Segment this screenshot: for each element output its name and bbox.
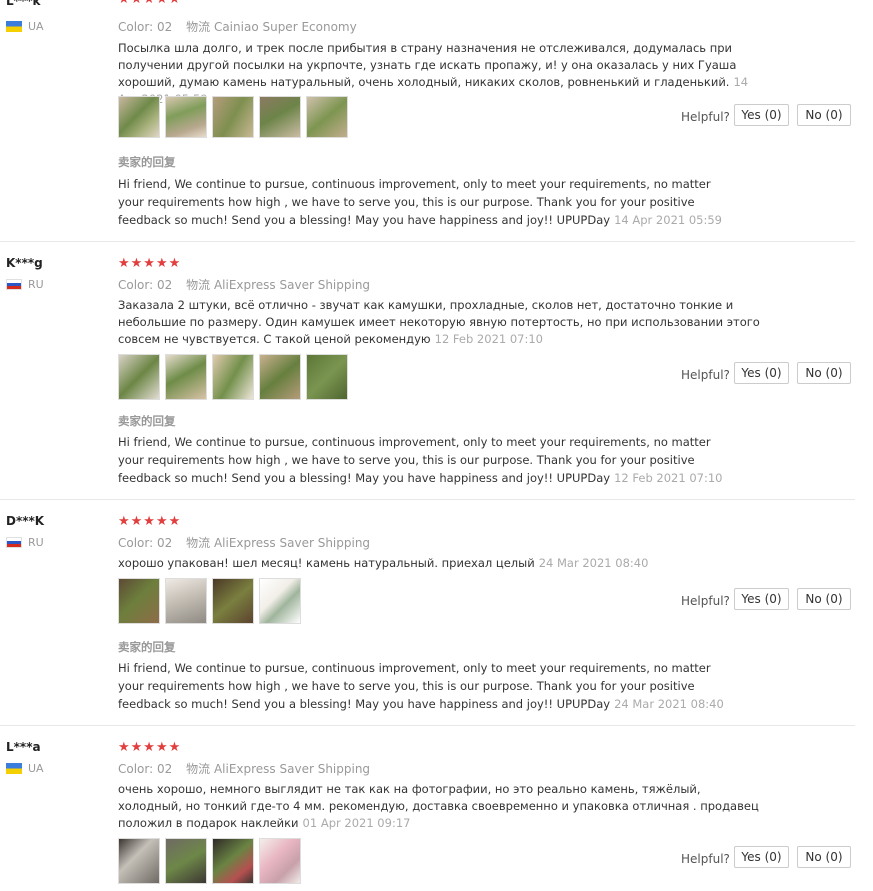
review-photo[interactable] xyxy=(118,96,160,138)
review-photo[interactable] xyxy=(306,96,348,138)
star-rating: ★★★★★ xyxy=(118,740,182,755)
seller-reply-heading: 卖家的回复 xyxy=(118,640,176,654)
review-photo[interactable] xyxy=(259,96,301,138)
review-date: 12 Feb 2021 07:10 xyxy=(434,332,543,346)
review-text: Заказала 2 штуки, всё отлично - звучат к… xyxy=(118,297,768,348)
review-photos xyxy=(118,96,348,138)
reviewer-country: UA xyxy=(6,20,44,33)
review-item: L***a UA ★★★★★ Color: 02 物流 AliExpress S… xyxy=(0,740,855,891)
country-code: RU xyxy=(28,278,44,291)
review-photo[interactable] xyxy=(306,354,348,400)
review-photo[interactable] xyxy=(165,838,207,884)
seller-reply-date: 24 Mar 2021 08:40 xyxy=(614,697,724,711)
color-value: 02 xyxy=(157,278,173,292)
review-photo[interactable] xyxy=(212,354,254,400)
helpful-yes-button[interactable]: Yes (0) xyxy=(734,104,789,126)
helpful-label: Helpful? xyxy=(681,368,730,382)
review-photo[interactable] xyxy=(212,838,254,884)
review-photo[interactable] xyxy=(212,96,254,138)
review-photos xyxy=(118,578,301,624)
seller-reply-date: 12 Feb 2021 07:10 xyxy=(614,471,723,485)
review-item: K***g RU ★★★★★ Color: 02 物流 AliExpress S… xyxy=(0,256,855,500)
review-text: хорошо упакован! шел месяц! камень натур… xyxy=(118,555,768,572)
star-rating: ★★★★★ xyxy=(118,256,182,271)
order-info: Color: 02 物流 AliExpress Saver Shipping xyxy=(118,534,370,551)
shipping-method: AliExpress Saver Shipping xyxy=(213,536,371,550)
helpful-no-button[interactable]: No (0) xyxy=(797,846,851,868)
reviewer-name: D***K xyxy=(6,514,45,528)
star-rating: ★★★★★ xyxy=(118,514,182,529)
review-body: очень хорошо, немного выглядит не так ка… xyxy=(118,782,759,830)
order-info: Color: 02 物流 Cainiao Super Economy xyxy=(118,18,357,35)
helpful-label: Helpful? xyxy=(681,594,730,608)
logistics-label: 物流 xyxy=(186,20,211,34)
review-photo[interactable] xyxy=(165,354,207,400)
review-photos xyxy=(118,354,348,400)
review-date: 01 Apr 2021 09:17 xyxy=(302,816,411,830)
helpful-no-button[interactable]: No (0) xyxy=(797,588,851,610)
review-photo[interactable] xyxy=(259,578,301,624)
country-code: RU xyxy=(28,536,44,549)
color-value: 02 xyxy=(157,536,173,550)
reviewer-country: RU xyxy=(6,278,44,291)
russia-flag-icon xyxy=(6,537,22,548)
helpful-label: Helpful? xyxy=(681,110,730,124)
helpful-label: Helpful? xyxy=(681,852,730,866)
helpful-yes-button[interactable]: Yes (0) xyxy=(734,846,789,868)
review-text: очень хорошо, немного выглядит не так ка… xyxy=(118,781,768,832)
seller-reply-heading: 卖家的回复 xyxy=(118,155,176,169)
russia-flag-icon xyxy=(6,279,22,290)
reviewer-name: L***k xyxy=(6,0,41,8)
review-photo[interactable] xyxy=(212,578,254,624)
helpful-yes-button[interactable]: Yes (0) xyxy=(734,588,789,610)
color-value: 02 xyxy=(157,762,173,776)
color-label: Color: xyxy=(118,762,154,776)
review-photo[interactable] xyxy=(118,838,160,884)
seller-reply: Hi friend, We continue to pursue, contin… xyxy=(118,659,738,713)
review-body: Посылка шла долго, и трек после прибытия… xyxy=(118,41,737,89)
helpful-no-button[interactable]: No (0) xyxy=(797,104,851,126)
review-item: L***k UA ★★★★★ Color: 02 物流 Cainiao Supe… xyxy=(0,0,855,242)
color-label: Color: xyxy=(118,536,154,550)
logistics-label: 物流 xyxy=(186,536,211,550)
country-code: UA xyxy=(28,762,44,775)
review-photo[interactable] xyxy=(118,354,160,400)
seller-reply-heading: 卖家的回复 xyxy=(118,414,176,428)
review-photo[interactable] xyxy=(165,578,207,624)
logistics-label: 物流 xyxy=(186,762,211,776)
order-info: Color: 02 物流 AliExpress Saver Shipping xyxy=(118,276,370,293)
color-value: 02 xyxy=(157,20,173,34)
helpful-no-button[interactable]: No (0) xyxy=(797,362,851,384)
color-label: Color: xyxy=(118,278,154,292)
reviewer-country: UA xyxy=(6,762,44,775)
review-date: 24 Mar 2021 08:40 xyxy=(538,556,649,570)
review-photo[interactable] xyxy=(259,838,301,884)
seller-reply: Hi friend, We continue to pursue, contin… xyxy=(118,433,738,487)
review-photos xyxy=(118,838,301,884)
ukraine-flag-icon xyxy=(6,21,22,32)
reviewer-country: RU xyxy=(6,536,44,549)
reviewer-name: L***a xyxy=(6,740,41,754)
review-photo[interactable] xyxy=(118,578,160,624)
helpful-yes-button[interactable]: Yes (0) xyxy=(734,362,789,384)
review-body: хорошо упакован! шел месяц! камень натур… xyxy=(118,556,535,570)
shipping-method: Cainiao Super Economy xyxy=(213,20,357,34)
shipping-method: AliExpress Saver Shipping xyxy=(213,278,371,292)
seller-reply: Hi friend, We continue to pursue, contin… xyxy=(118,175,738,229)
star-rating: ★★★★★ xyxy=(118,0,181,7)
logistics-label: 物流 xyxy=(186,278,211,292)
ukraine-flag-icon xyxy=(6,763,22,774)
review-photo[interactable] xyxy=(165,96,207,138)
seller-reply-date: 14 Apr 2021 05:59 xyxy=(614,213,722,227)
color-label: Color: xyxy=(118,20,154,34)
reviewer-name: K***g xyxy=(6,256,43,270)
review-item: D***K RU ★★★★★ Color: 02 物流 AliExpress S… xyxy=(0,514,855,726)
country-code: UA xyxy=(28,20,44,33)
review-photo[interactable] xyxy=(259,354,301,400)
order-info: Color: 02 物流 AliExpress Saver Shipping xyxy=(118,760,370,777)
shipping-method: AliExpress Saver Shipping xyxy=(213,762,371,776)
